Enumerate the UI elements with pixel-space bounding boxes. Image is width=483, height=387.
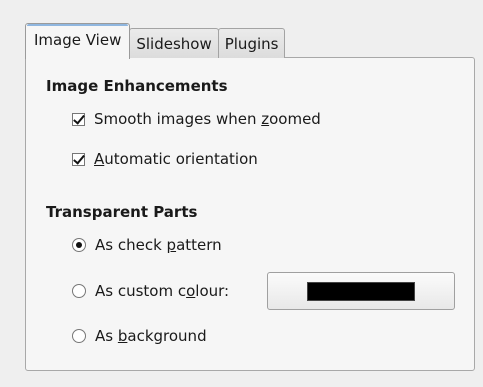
automatic-orientation-label[interactable]: Automatic orientation <box>94 150 258 168</box>
smooth-images-option[interactable]: Smooth images when zoomed <box>72 110 321 128</box>
tab-plugins[interactable]: Plugins <box>217 28 286 58</box>
check-pattern-radio[interactable] <box>72 238 86 252</box>
custom-colour-option[interactable]: As custom colour: <box>72 282 229 300</box>
custom-colour-radio[interactable] <box>72 284 86 298</box>
colour-picker-button[interactable] <box>267 272 455 310</box>
background-radio[interactable] <box>72 329 86 343</box>
tab-bar: Image View Slideshow Plugins <box>25 22 286 59</box>
background-option[interactable]: As background <box>72 327 207 345</box>
check-pattern-label[interactable]: As check pattern <box>95 236 222 254</box>
transparent-parts-heading: Transparent Parts <box>46 203 198 221</box>
automatic-orientation-option[interactable]: Automatic orientation <box>72 150 258 168</box>
tab-slideshow[interactable]: Slideshow <box>129 28 219 58</box>
check-pattern-option[interactable]: As check pattern <box>72 236 222 254</box>
image-enhancements-heading: Image Enhancements <box>46 77 228 95</box>
tab-image-view[interactable]: Image View <box>25 23 131 59</box>
smooth-images-label[interactable]: Smooth images when zoomed <box>94 110 321 128</box>
colour-swatch <box>307 281 415 301</box>
custom-colour-label[interactable]: As custom colour: <box>95 282 229 300</box>
automatic-orientation-checkbox[interactable] <box>72 152 85 166</box>
image-view-panel: Image Enhancements Smooth images when zo… <box>25 57 475 371</box>
smooth-images-checkbox[interactable] <box>72 112 85 126</box>
background-label[interactable]: As background <box>95 327 207 345</box>
